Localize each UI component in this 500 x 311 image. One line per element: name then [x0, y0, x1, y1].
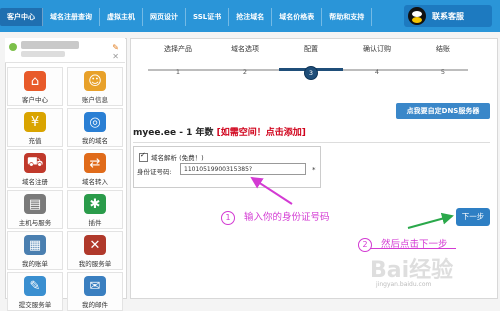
arrow-to-next-button — [407, 212, 454, 229]
annotation-step-2: 2 然后点击下一步 — [358, 236, 448, 252]
sidebar-tile-label: 我的邮件 — [82, 301, 108, 309]
annotation-step-1: 1 输入你的身份证号码 — [221, 209, 330, 225]
watermark: Bai经验 — [370, 258, 454, 283]
watermark-url: jingyan.baidu.com — [376, 281, 432, 288]
annotation-underline — [370, 248, 456, 249]
sidebar-tile-label: 提交服务单 — [18, 301, 52, 309]
annotation-text: 输入你的身份证号码 — [244, 212, 330, 223]
annotation-number: 1 — [221, 211, 235, 225]
annotation-number: 2 — [358, 238, 372, 252]
arrow-to-id-input — [250, 176, 293, 205]
